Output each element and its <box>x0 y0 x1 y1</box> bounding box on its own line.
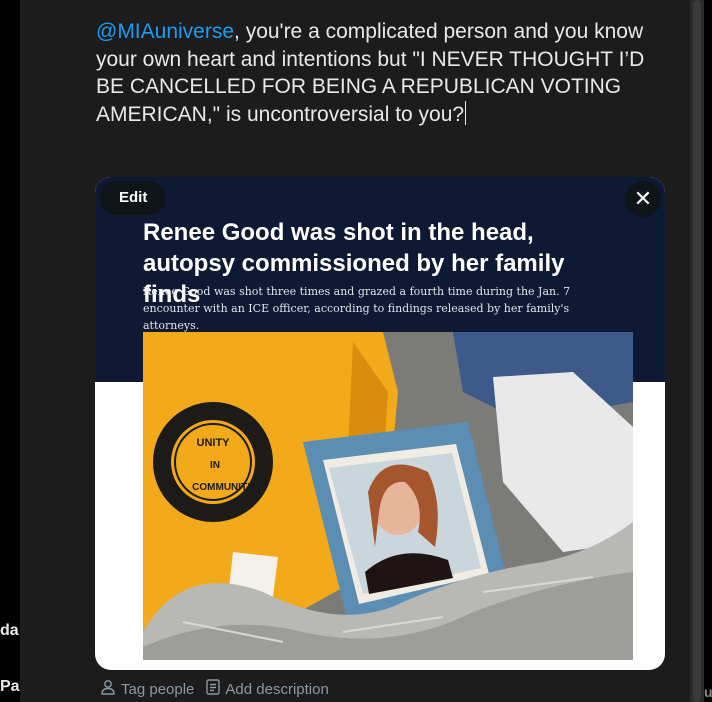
scrollbar-thumb[interactable] <box>693 0 701 702</box>
background-label: Pa <box>0 678 20 695</box>
attached-media[interactable]: Renee Good was shot in the head, autopsy… <box>95 177 665 670</box>
add-description-label: Add description <box>225 680 329 698</box>
edit-media-button[interactable]: Edit <box>100 181 167 215</box>
article-subhead: Renee Good was shot three times and graz… <box>143 285 571 332</box>
shirt-text-mid: IN <box>210 460 220 471</box>
memorial-photo-illustration: UNITY IN COMMUNITY <box>143 332 633 660</box>
description-icon <box>206 679 221 699</box>
text-caret <box>465 100 467 125</box>
mention-link[interactable]: @MIAuniverse <box>96 20 234 43</box>
background-right-column: u <box>704 0 712 702</box>
article-photo: UNITY IN COMMUNITY <box>143 332 633 660</box>
shirt-text-top: UNITY <box>197 437 231 449</box>
modal-scrollbar[interactable] <box>690 0 704 702</box>
background-left-column: da Pa <box>0 0 20 702</box>
background-label: u <box>704 684 712 700</box>
remove-media-button[interactable]: ✕ <box>625 181 661 217</box>
shirt-text-bot: COMMUNITY <box>192 482 254 493</box>
background-label: da <box>0 622 19 639</box>
media-actions-bar: Tag people Add description <box>100 678 341 700</box>
compose-text-input[interactable]: @MIAuniverse, you're a complicated perso… <box>96 18 668 128</box>
person-icon <box>100 679 116 699</box>
close-icon: ✕ <box>633 186 653 211</box>
add-description-button[interactable]: Add description <box>206 679 329 699</box>
tag-people-button[interactable]: Tag people <box>100 679 194 699</box>
photo-caption-fragment <box>175 661 595 669</box>
tag-people-label: Tag people <box>121 680 195 698</box>
